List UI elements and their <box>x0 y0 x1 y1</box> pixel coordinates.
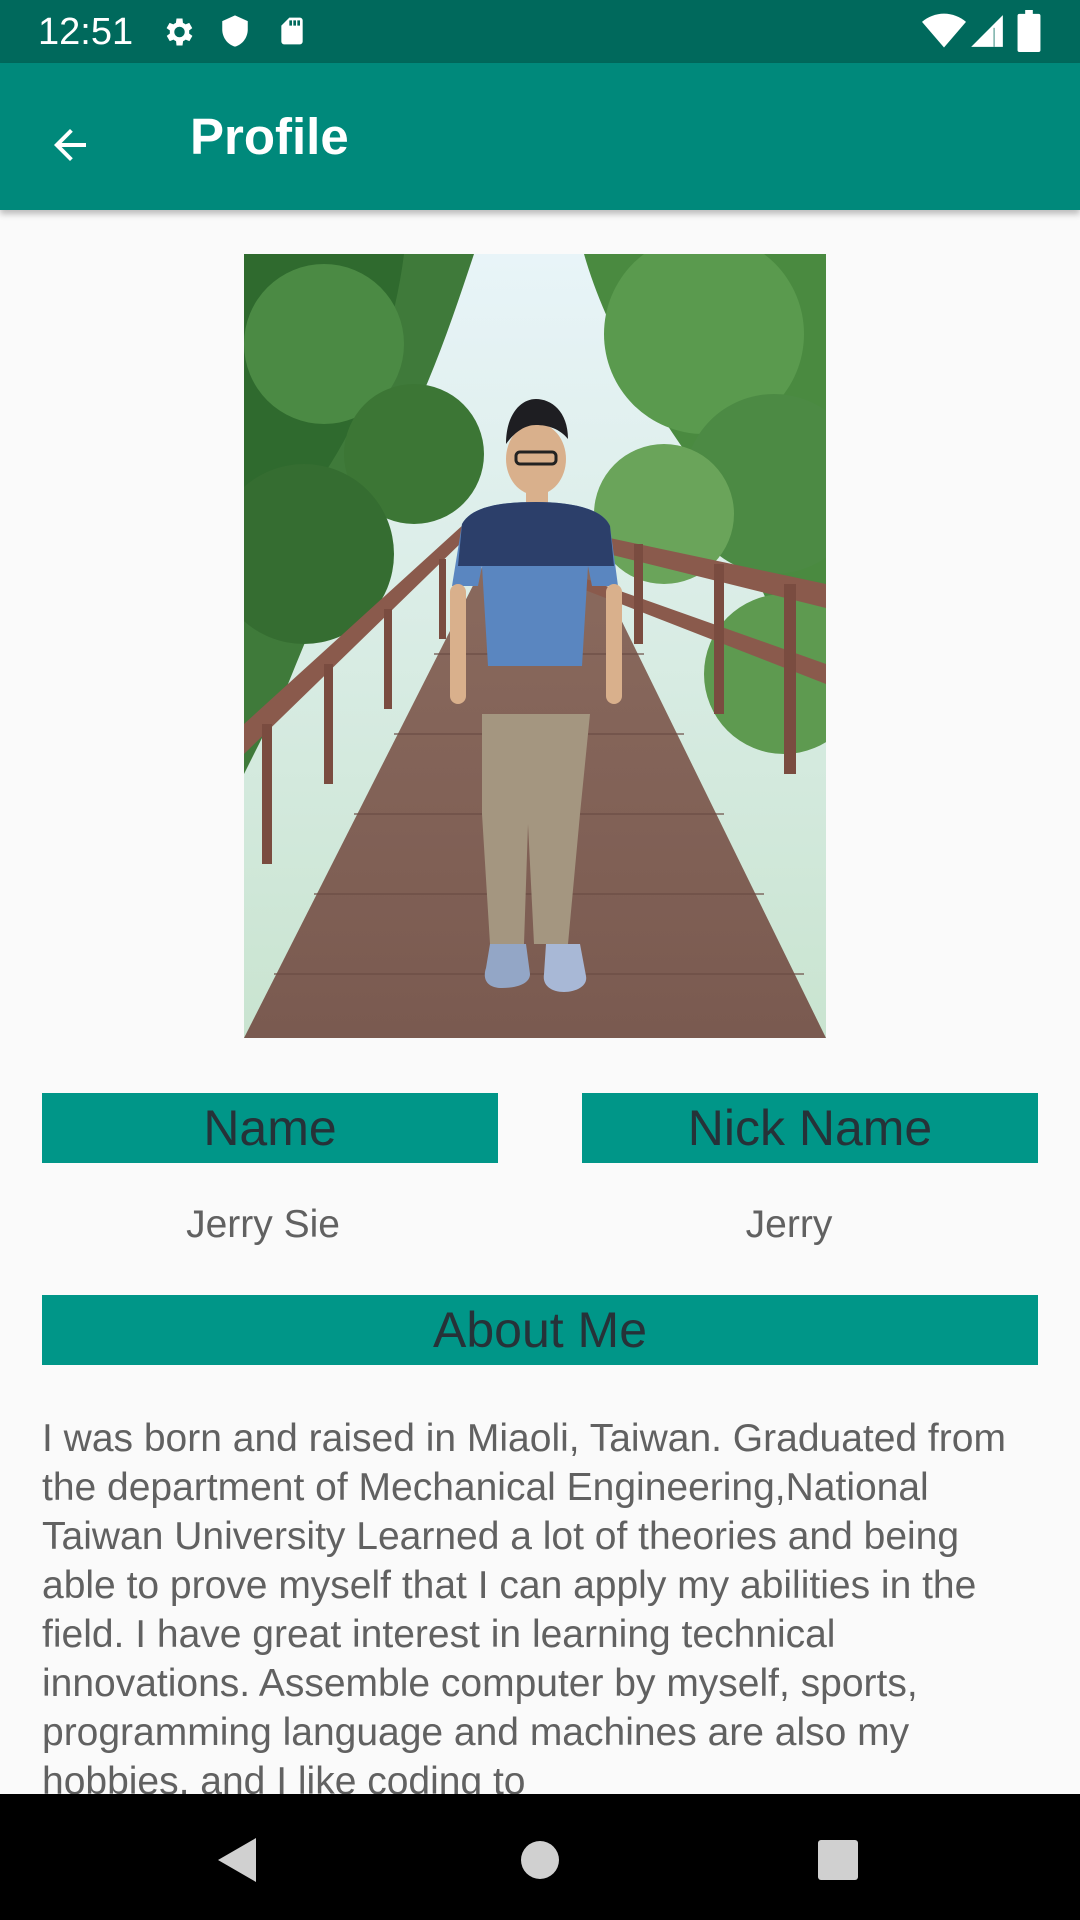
name-label: Name <box>42 1093 498 1163</box>
sd-card-icon <box>281 17 303 45</box>
profile-photo <box>244 254 826 1038</box>
nickname-value: Jerry <box>745 1203 833 1246</box>
battery-icon <box>1017 10 1041 52</box>
home-circle-icon <box>521 1841 559 1879</box>
navigation-bar <box>0 1794 1080 1920</box>
about-me-text: I was born and raised in Miaoli, Taiwan.… <box>42 1417 1006 1794</box>
cell-signal-icon <box>971 15 1003 47</box>
wifi-icon <box>922 13 966 48</box>
about-me-label: About Me <box>42 1295 1038 1365</box>
nav-home-button[interactable] <box>492 1812 588 1908</box>
page-title: Profile <box>190 108 349 165</box>
back-triangle-icon <box>218 1838 256 1882</box>
shield-icon <box>222 15 248 47</box>
recents-square-icon <box>818 1840 858 1880</box>
back-button[interactable] <box>28 103 112 187</box>
gear-icon <box>166 18 193 46</box>
arrow-back-icon <box>54 129 86 161</box>
nickname-label: Nick Name <box>582 1093 1038 1163</box>
nav-back-button[interactable] <box>190 1812 286 1908</box>
name-value: Jerry Sie <box>186 1203 340 1246</box>
nav-recents-button[interactable] <box>790 1812 886 1908</box>
status-bar: 12:51 <box>0 0 1080 63</box>
app-bar: Profile <box>0 63 1080 210</box>
status-time: 12:51 <box>38 11 134 53</box>
